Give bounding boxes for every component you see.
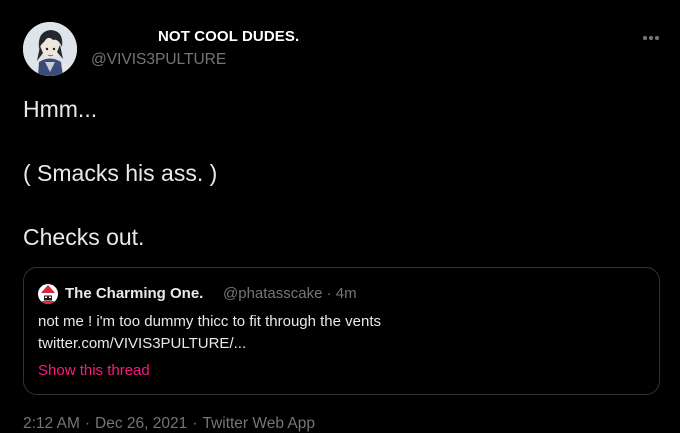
quote-text: not me ! i'm too dummy thicc to fit thro… bbox=[38, 313, 382, 330]
quote-author-handle[interactable]: @phatasscake bbox=[223, 285, 322, 302]
author-display-name[interactable]: NOT COOL DUDES. bbox=[158, 28, 299, 45]
tweet-footer-meta: 2:12 AM · Dec 26, 2021 · Twitter Web App bbox=[23, 415, 315, 433]
tweet-source[interactable]: Twitter Web App bbox=[202, 415, 315, 432]
more-dot bbox=[643, 36, 647, 40]
more-dot bbox=[655, 36, 659, 40]
tweet-text-line: ( Smacks his ass. ) bbox=[23, 160, 218, 186]
author-handle[interactable]: @VIVIS3PULTURE bbox=[91, 51, 226, 69]
red-hat-character-avatar-icon bbox=[38, 284, 58, 304]
tweet-date[interactable]: Dec 26, 2021 bbox=[95, 415, 187, 432]
cartoon-character-avatar-icon bbox=[23, 22, 77, 76]
tweet-time[interactable]: 2:12 AM bbox=[23, 415, 80, 432]
more-options-icon[interactable] bbox=[636, 26, 666, 50]
tweet-text-line: Checks out. bbox=[23, 224, 145, 250]
quote-author-name[interactable]: The Charming One. bbox=[65, 285, 203, 302]
quote-timestamp[interactable]: 4m bbox=[336, 285, 357, 302]
footer-separator: · bbox=[192, 415, 198, 432]
quote-separator: · bbox=[326, 285, 332, 302]
footer-separator: · bbox=[84, 415, 91, 432]
show-thread-link[interactable]: Show this thread bbox=[38, 362, 150, 379]
quoted-tweet-card[interactable]: The Charming One. @phatasscake · 4m not … bbox=[23, 267, 660, 395]
more-dot bbox=[649, 36, 653, 40]
quote-link[interactable]: twitter.com/VIVIS3PULTURE/... bbox=[38, 335, 246, 352]
quote-meta: @phatasscake · 4m bbox=[223, 285, 357, 302]
tweet-text-line: Hmm... bbox=[23, 96, 98, 122]
tweet: NOT COOL DUDES. @VIVIS3PULTURE Hmm... ( … bbox=[0, 0, 680, 432]
quote-author-avatar[interactable] bbox=[38, 284, 58, 304]
author-avatar[interactable] bbox=[23, 22, 77, 76]
